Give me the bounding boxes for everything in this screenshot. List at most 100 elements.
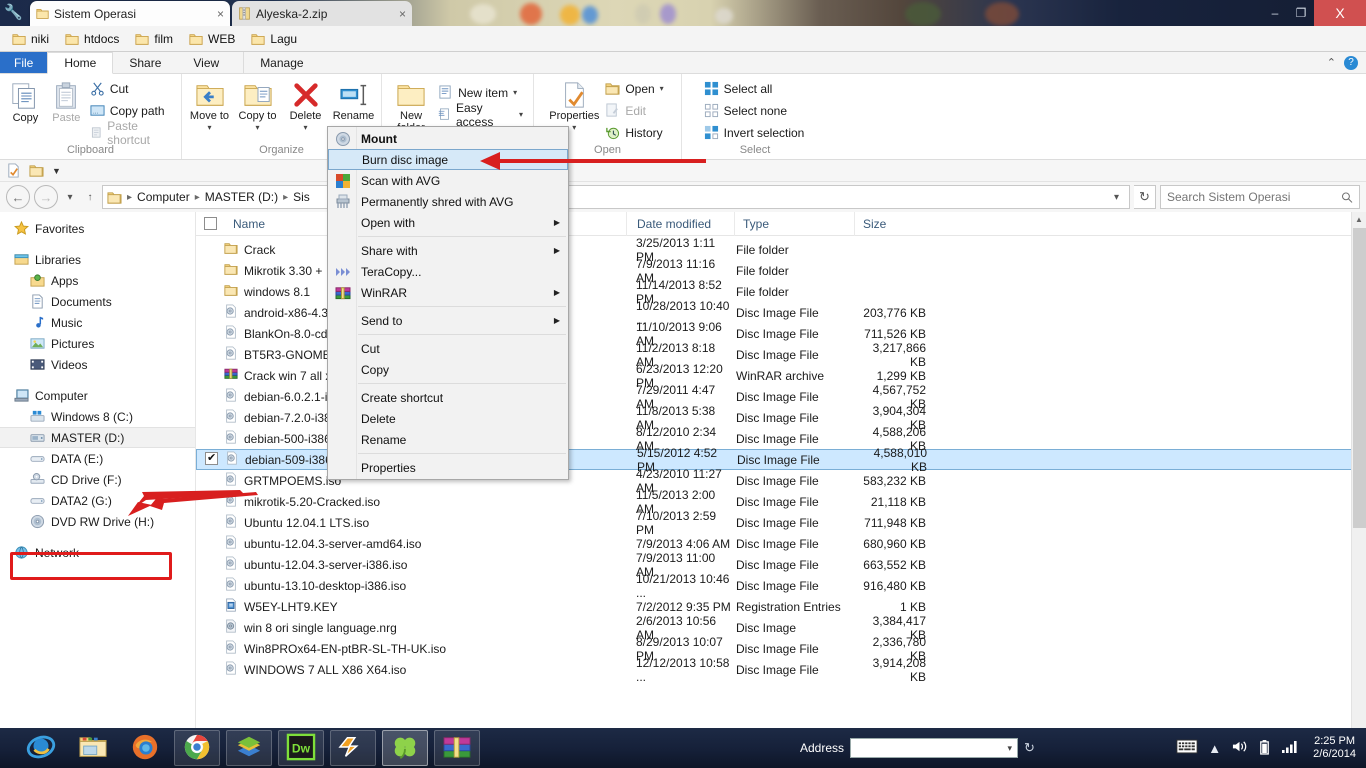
breadcrumb-dropdown-icon[interactable]: ▾ [1108, 192, 1125, 203]
taskbar-button-file-explorer[interactable] [70, 730, 116, 766]
delete-button[interactable]: Delete ▾ [283, 79, 329, 132]
select-all-checkbox[interactable] [204, 217, 217, 230]
maximize-button[interactable]: ❐ [1288, 2, 1314, 24]
copy-button[interactable]: Copy [6, 79, 45, 124]
context-menu-item-cut[interactable]: Cut [328, 338, 568, 359]
chevron-down-icon[interactable]: ▾ [572, 123, 576, 132]
sidebar-item-pictures[interactable]: Pictures [0, 333, 195, 354]
tab-file[interactable]: File [0, 52, 48, 73]
address-toolbar-refresh-icon[interactable]: ↻ [1024, 740, 1035, 756]
new-item-button[interactable]: New item ▾ [438, 83, 527, 102]
sidebar-item-documents[interactable]: Documents [0, 291, 195, 312]
table-row[interactable]: ubuntu-13.10-desktop-i386.iso 10/21/2013 … [196, 572, 1366, 600]
tab-manage[interactable]: Manage [243, 52, 319, 73]
taskbar-button-clover[interactable] [382, 730, 428, 766]
collapse-ribbon-icon[interactable]: ⌃ [1327, 56, 1336, 69]
row-checkbox[interactable] [205, 451, 219, 468]
sidebar-item-libraries[interactable]: Libraries [0, 249, 195, 270]
context-menu-item-permanently-shred-with-avg[interactable]: Permanently shred with AVG [328, 191, 568, 212]
sidebar-item-videos[interactable]: Videos [0, 354, 195, 375]
context-menu-item-rename[interactable]: Rename [328, 429, 568, 450]
breadcrumb[interactable]: ▸ Computer ▸ MASTER (D:) ▸ Sis ▾ [102, 185, 1130, 209]
taskbar-button-chrome[interactable] [174, 730, 220, 766]
properties-button[interactable]: Properties ▾ [547, 79, 601, 132]
tab-home[interactable]: Home [47, 52, 114, 74]
select-all-button[interactable]: Select all [704, 79, 809, 98]
back-button[interactable]: ← [6, 185, 30, 209]
new-folder-quick-icon[interactable] [29, 163, 44, 178]
paste-shortcut-button[interactable]: Paste shortcut [90, 119, 175, 147]
chevron-down-icon[interactable]: ▾ [519, 110, 523, 119]
table-row[interactable]: mikrotik-5.20-Cracked.iso 11/5/2013 2:00 … [196, 488, 1366, 516]
taskbar-button-internet-explorer[interactable] [18, 730, 64, 766]
bookmark-web[interactable]: WEB [183, 30, 241, 48]
refresh-button[interactable]: ↻ [1134, 185, 1156, 209]
paste-button[interactable]: Paste [47, 79, 86, 124]
context-menu-item-delete[interactable]: Delete [328, 408, 568, 429]
sidebar-item-data-e[interactable]: DATA (E:) [0, 448, 195, 469]
open-button[interactable]: Open ▾ [605, 79, 667, 98]
show-hidden-icons-icon[interactable]: ▲ [1208, 741, 1221, 756]
tab-sistem-operasi[interactable]: Sistem Operasi × [30, 1, 230, 26]
tab-view[interactable]: View [177, 52, 235, 73]
sidebar-item-favorites[interactable]: Favorites [0, 218, 195, 239]
table-row[interactable]: W5EY-LHT9.KEY 7/2/2012 9:35 PM Registratio… [196, 596, 1366, 617]
help-icon[interactable]: ? [1344, 55, 1358, 70]
breadcrumb-sistem-operasi[interactable]: Sis [293, 190, 310, 204]
easy-access-button[interactable]: Easy access ▾ [438, 101, 527, 129]
sidebar-item-master-d[interactable]: MASTER (D:) [0, 427, 195, 448]
chevron-down-icon[interactable]: ▾ [303, 123, 307, 132]
sidebar-item-cd-drive-f[interactable]: CD Drive (F:) [0, 469, 195, 490]
context-menu-item-mount[interactable]: Mount [328, 128, 568, 149]
properties-quick-icon[interactable] [6, 163, 21, 178]
select-none-button[interactable]: Select none [704, 101, 809, 120]
scroll-up-icon[interactable]: ▲ [1352, 212, 1366, 227]
volume-icon[interactable] [1231, 739, 1248, 757]
table-row[interactable]: Win8PROx64-EN-ptBR-SL-TH-UK.iso 8/29/2013… [196, 635, 1366, 663]
context-menu-item-teracopy[interactable]: TeraCopy... [328, 261, 568, 282]
tab-alyeska-zip[interactable]: Alyeska-2.zip × [232, 1, 412, 26]
table-row[interactable]: win 8 ori single language.nrg 2/6/2013 10… [196, 614, 1366, 642]
up-button[interactable]: ↑ [82, 186, 98, 208]
sidebar-item-windows-c[interactable]: Windows 8 (C:) [0, 406, 195, 427]
scrollbar-thumb[interactable] [1353, 228, 1366, 528]
table-row[interactable]: ubuntu-12.04.3-server-i386.iso 7/9/2013 1… [196, 551, 1366, 579]
chevron-down-icon[interactable]: ▾ [207, 123, 211, 132]
context-menu-item-share-with[interactable]: Share with ▶ [328, 240, 568, 261]
address-toolbar-input[interactable]: ▾ [850, 738, 1019, 758]
customize-qat-icon[interactable]: ▼ [52, 166, 61, 176]
sidebar-item-music[interactable]: Music [0, 312, 195, 333]
column-header-type[interactable]: Type [734, 212, 854, 236]
forward-button[interactable]: → [34, 185, 58, 209]
sidebar-item-computer[interactable]: Computer [0, 385, 195, 406]
chevron-down-icon[interactable]: ▾ [1008, 743, 1018, 754]
network-signal-icon[interactable] [1281, 739, 1299, 757]
taskbar-button-dreamweaver[interactable]: Dw [278, 730, 324, 766]
table-row[interactable]: Ubuntu 12.04.1 LTS.iso 7/10/2013 2:59 PM D… [196, 509, 1366, 537]
keyboard-icon[interactable] [1176, 739, 1198, 757]
taskbar-button-firefox[interactable] [122, 730, 168, 766]
bookmark-film[interactable]: film [129, 30, 179, 48]
rename-button[interactable]: Rename [331, 79, 377, 122]
breadcrumb-master-d[interactable]: MASTER (D:) [205, 190, 278, 204]
taskbar-button-winrar[interactable] [434, 730, 480, 766]
search-input[interactable] [1167, 190, 1341, 204]
close-window-button[interactable]: X [1314, 0, 1366, 26]
context-menu-item-open-with[interactable]: Open with ▶ [328, 212, 568, 233]
copy-path-button[interactable]: ... Copy path [90, 101, 175, 120]
minimize-button[interactable]: – [1262, 2, 1288, 24]
invert-selection-button[interactable]: Invert selection [704, 123, 809, 142]
close-icon[interactable]: × [207, 7, 224, 21]
context-menu-item-send-to[interactable]: Send to ▶ [328, 310, 568, 331]
vertical-scrollbar[interactable]: ▲ ▼ [1351, 212, 1366, 752]
taskbar-button-bluestacks[interactable] [226, 730, 272, 766]
breadcrumb-computer[interactable]: Computer [137, 190, 190, 204]
table-row[interactable]: WINDOWS 7 ALL X86 X64.iso 12/12/2013 10:5… [196, 656, 1366, 684]
context-menu-item-properties[interactable]: Properties [328, 457, 568, 478]
move-to-button[interactable]: Move to ▾ [187, 79, 233, 132]
column-header-date-modified[interactable]: Date modified [626, 212, 734, 236]
close-icon[interactable]: × [389, 7, 406, 21]
chevron-down-icon[interactable]: ▾ [255, 123, 259, 132]
wrench-icon[interactable]: 🔧 [4, 4, 23, 22]
table-row[interactable]: ubuntu-12.04.3-server-amd64.iso 7/9/2013 … [196, 533, 1366, 554]
